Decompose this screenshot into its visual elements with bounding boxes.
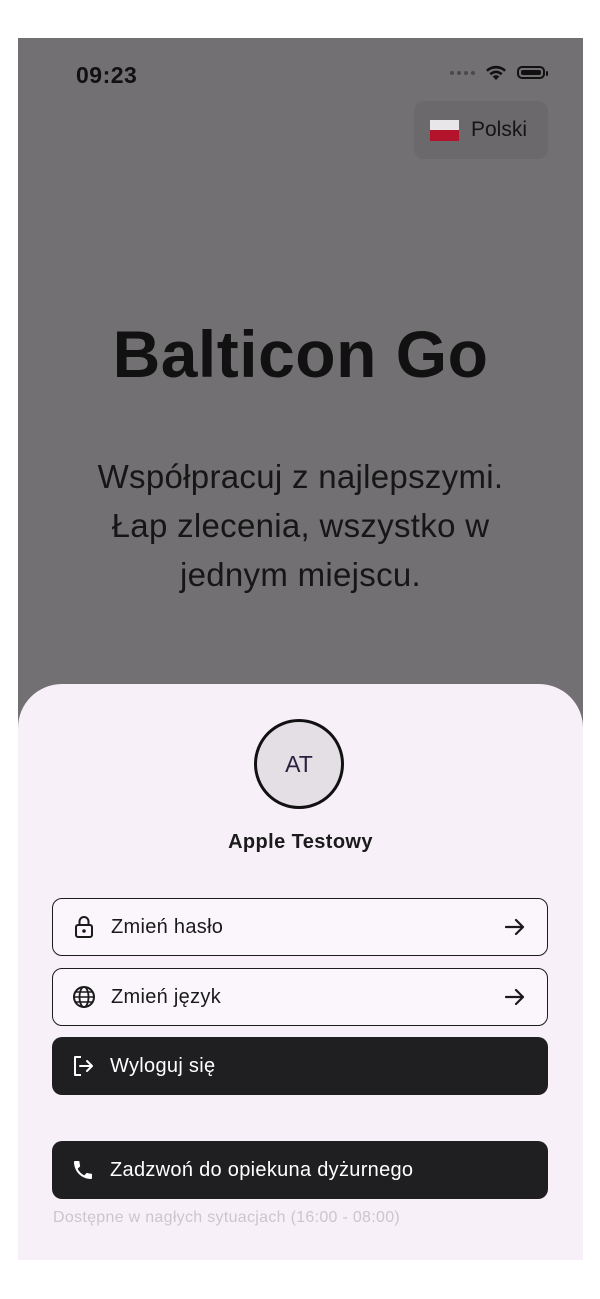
language-selector-button[interactable]: Polski	[414, 101, 548, 159]
user-name: Apple Testowy	[228, 831, 373, 853]
globe-icon	[71, 984, 97, 1010]
status-time: 09:23	[76, 62, 138, 88]
avatar: AT	[254, 719, 344, 809]
app-title: Balticon Go	[112, 317, 489, 391]
phone-icon	[70, 1157, 96, 1183]
app-subtitle: Współpracuj z najlepszymi. Łap zlecenia,…	[58, 452, 543, 599]
status-icons	[450, 64, 548, 81]
lock-icon	[71, 914, 97, 940]
change-language-button[interactable]: Zmień język	[52, 968, 548, 1026]
arrow-right-icon	[504, 918, 525, 936]
subtitle-line: jednym miejscu.	[179, 556, 422, 593]
availability-note: Dostępne w nagłych sytuacjach (16:00 - 0…	[53, 1209, 401, 1226]
change-password-label: Zmień hasło	[111, 915, 224, 938]
logout-button[interactable]: Wyloguj się	[52, 1037, 548, 1095]
logout-icon	[70, 1053, 96, 1079]
logout-label: Wyloguj się	[110, 1054, 216, 1077]
change-language-label: Zmień język	[111, 985, 221, 1008]
language-label: Polski	[471, 118, 528, 141]
poland-flag-icon	[430, 119, 459, 141]
cellular-signal-icon	[450, 70, 475, 75]
battery-icon	[517, 66, 548, 79]
profile-bottom-sheet: AT Apple Testowy Zmień hasło Zmień język…	[18, 684, 583, 1260]
wifi-icon	[486, 65, 506, 80]
subtitle-line: Współpracuj z najlepszymi.	[97, 458, 504, 495]
arrow-right-icon	[504, 988, 525, 1006]
subtitle-line: Łap zlecenia, wszystko w	[111, 507, 490, 544]
app-screen: 09:23 Polski Balticon Go Współpracuj z n…	[18, 38, 583, 1260]
call-duty-label: Zadzwoń do opiekuna dyżurnego	[110, 1158, 414, 1181]
call-duty-coordinator-button[interactable]: Zadzwoń do opiekuna dyżurnego	[52, 1141, 548, 1199]
change-password-button[interactable]: Zmień hasło	[52, 898, 548, 956]
